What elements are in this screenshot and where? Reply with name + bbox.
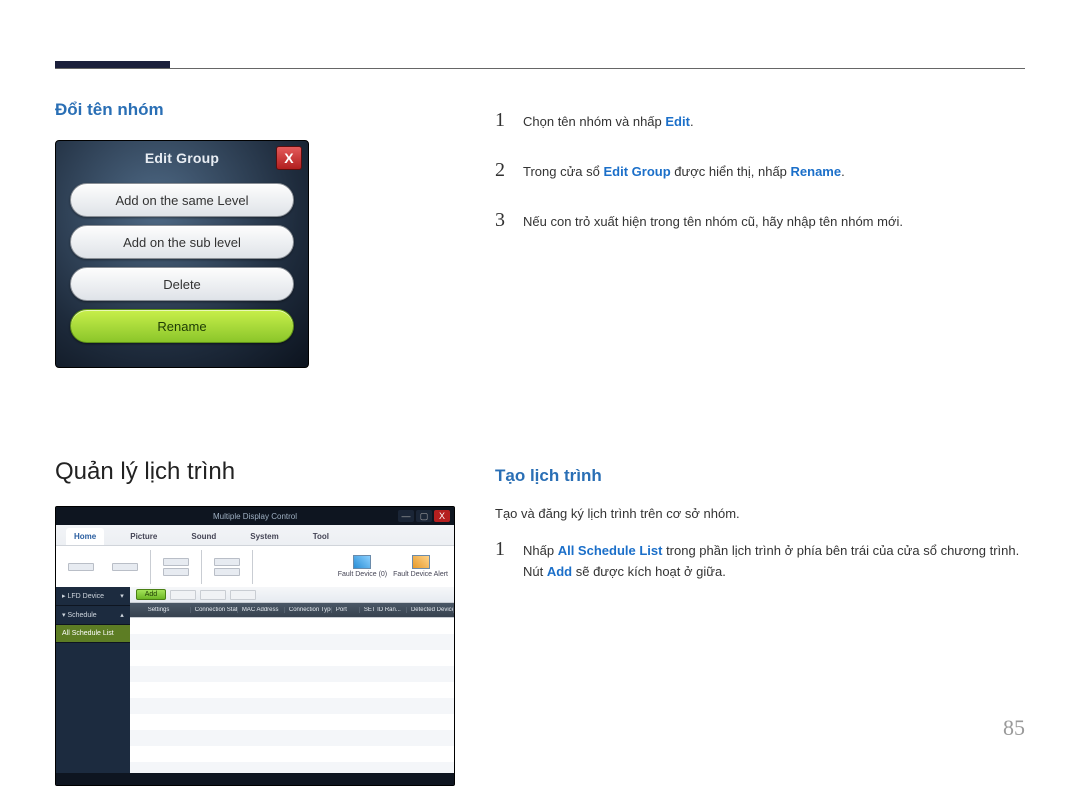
- page-content: Đổi tên nhóm Edit Group X Add on the sam…: [55, 100, 1025, 786]
- ribbon-power-on[interactable]: [62, 548, 100, 586]
- separator: [150, 550, 151, 584]
- right-column: Tạo lịch trình Tạo và đăng ký lịch trình…: [495, 418, 1025, 786]
- sidebar-item-all-schedule-list[interactable]: All Schedule List: [56, 625, 130, 643]
- heading-rename-group: Đổi tên nhóm: [55, 100, 455, 120]
- slider-icon: [214, 568, 240, 576]
- maximize-button[interactable]: ▢: [416, 510, 432, 522]
- mdc-title: Multiple Display Control: [56, 512, 454, 521]
- table-header: Settings Connection Status MAC Address C…: [130, 603, 454, 617]
- step-text: Trong cửa sổ Edit Group được hiển thị, n…: [523, 162, 845, 183]
- section-rename-group: Đổi tên nhóm Edit Group X Add on the sam…: [55, 100, 1025, 368]
- close-button[interactable]: X: [276, 146, 302, 170]
- thumbnail-icon: [353, 555, 371, 569]
- add-button[interactable]: Add: [136, 589, 166, 600]
- tab-tool[interactable]: Tool: [305, 528, 337, 545]
- th-port[interactable]: Port: [332, 607, 360, 613]
- ribbon-fault-device[interactable]: Fault Device (0): [338, 548, 387, 586]
- tab-system[interactable]: System: [242, 528, 286, 545]
- mdc-main: ▸ LFD Device ▾ ▾ Schedule ▴ All Schedule…: [56, 587, 454, 773]
- th-connection-type[interactable]: Connection Type: [285, 607, 332, 613]
- keyword-add: Add: [547, 564, 572, 579]
- th-mac-address[interactable]: MAC Address: [238, 607, 285, 613]
- left-column: Quản lý lịch trình Multiple Display Cont…: [55, 418, 455, 786]
- steps-list: 1 Nhấp All Schedule List trong phần lịch…: [495, 533, 1025, 583]
- dialog-body: Add on the same Level Add on the sub lev…: [70, 183, 294, 343]
- heading-create-schedule: Tạo lịch trình: [495, 466, 1025, 486]
- add-sub-level-button[interactable]: Add on the sub level: [70, 225, 294, 259]
- heading-schedule-management: Quản lý lịch trình: [55, 458, 455, 486]
- ribbon-input[interactable]: [157, 548, 195, 586]
- window-controls: — ▢ X: [398, 510, 450, 522]
- ribbon-volume[interactable]: [208, 548, 246, 586]
- step-text: Nhấp All Schedule List trong phần lịch t…: [523, 541, 1025, 583]
- keyword-all-schedule-list: All Schedule List: [558, 543, 663, 558]
- ribbon-body: Fault Device (0) Fault Device Alert: [56, 545, 454, 587]
- accent-bar: [55, 61, 170, 68]
- mdc-center: Add Settings Connection Status MAC Addre…: [130, 587, 454, 773]
- step-2: 2 Trong cửa sổ Edit Group được hiển thị,…: [495, 154, 1025, 186]
- minimize-button[interactable]: —: [398, 510, 414, 522]
- separator: [201, 550, 202, 584]
- dialog-titlebar: Edit Group X: [56, 141, 308, 175]
- sidebar-item-lfd-device[interactable]: ▸ LFD Device ▾: [56, 587, 130, 606]
- keyword-rename: Rename: [791, 164, 842, 179]
- th-set-id[interactable]: SET ID Ran...: [360, 607, 407, 613]
- table-body: [130, 617, 454, 773]
- mdc-sidebar: ▸ LFD Device ▾ ▾ Schedule ▴ All Schedule…: [56, 587, 130, 773]
- mdc-toolbar: Add: [130, 587, 454, 603]
- dialog-title: Edit Group: [145, 150, 219, 166]
- step-1: 1 Nhấp All Schedule List trong phần lịch…: [495, 533, 1025, 583]
- mdc-window: Multiple Display Control — ▢ X Home Pict…: [55, 506, 455, 786]
- mdc-tabs: Home Picture Sound System Tool: [56, 525, 454, 545]
- th-detected-devices[interactable]: Detected Devices: [407, 607, 454, 613]
- chevron-up-icon: ▴: [120, 611, 124, 619]
- tab-sound[interactable]: Sound: [183, 528, 224, 545]
- mdc-statusbar: [56, 773, 454, 785]
- dropdown-icon: [163, 558, 189, 566]
- sidebar-item-schedule[interactable]: ▾ Schedule ▴: [56, 606, 130, 625]
- th-settings[interactable]: Settings: [144, 607, 191, 613]
- power-icon: [112, 563, 138, 571]
- step-1: 1 Chọn tên nhóm và nhấp Edit.: [495, 104, 1025, 136]
- rename-button[interactable]: Rename: [70, 309, 294, 343]
- th-connection-status[interactable]: Connection Status: [191, 607, 238, 613]
- horizontal-rule: [55, 68, 1025, 69]
- right-column: 1 Chọn tên nhóm và nhấp Edit. 2 Trong cử…: [495, 100, 1025, 368]
- page-number: 85: [1003, 715, 1025, 741]
- slider-icon: [214, 558, 240, 566]
- toolbar-button[interactable]: [230, 590, 256, 600]
- step-text: Nếu con trỏ xuất hiện trong tên nhóm cũ,…: [523, 212, 903, 233]
- step-text: Chọn tên nhóm và nhấp Edit.: [523, 112, 694, 133]
- keyword-edit: Edit: [665, 114, 690, 129]
- thumbnail-icon: [412, 555, 430, 569]
- step-number: 1: [495, 533, 507, 565]
- step-number: 3: [495, 204, 507, 236]
- mdc-titlebar: Multiple Display Control — ▢ X: [56, 507, 454, 525]
- left-column: Đổi tên nhóm Edit Group X Add on the sam…: [55, 100, 455, 368]
- toolbar-button[interactable]: [200, 590, 226, 600]
- dropdown-icon: [163, 568, 189, 576]
- separator: [252, 550, 253, 584]
- step-number: 2: [495, 154, 507, 186]
- step-number: 1: [495, 104, 507, 136]
- ribbon-power-off[interactable]: [106, 548, 144, 586]
- step-3: 3 Nếu con trỏ xuất hiện trong tên nhóm c…: [495, 204, 1025, 236]
- section-schedule-management: Quản lý lịch trình Multiple Display Cont…: [55, 418, 1025, 786]
- tab-picture[interactable]: Picture: [122, 528, 165, 545]
- power-icon: [68, 563, 94, 571]
- toolbar-button[interactable]: [170, 590, 196, 600]
- close-button[interactable]: X: [434, 510, 450, 522]
- chevron-down-icon: ▾: [120, 592, 124, 600]
- intro-text: Tạo và đăng ký lịch trình trên cơ sở nhó…: [495, 506, 1025, 521]
- ribbon-fault-alert[interactable]: Fault Device Alert: [393, 548, 448, 586]
- steps-list: 1 Chọn tên nhóm và nhấp Edit. 2 Trong cử…: [495, 104, 1025, 236]
- mdc-ribbon: Home Picture Sound System Tool: [56, 525, 454, 587]
- add-same-level-button[interactable]: Add on the same Level: [70, 183, 294, 217]
- close-icon: X: [284, 150, 294, 166]
- tab-home[interactable]: Home: [66, 528, 104, 545]
- edit-group-dialog: Edit Group X Add on the same Level Add o…: [55, 140, 309, 368]
- delete-button[interactable]: Delete: [70, 267, 294, 301]
- keyword-edit-group: Edit Group: [603, 164, 670, 179]
